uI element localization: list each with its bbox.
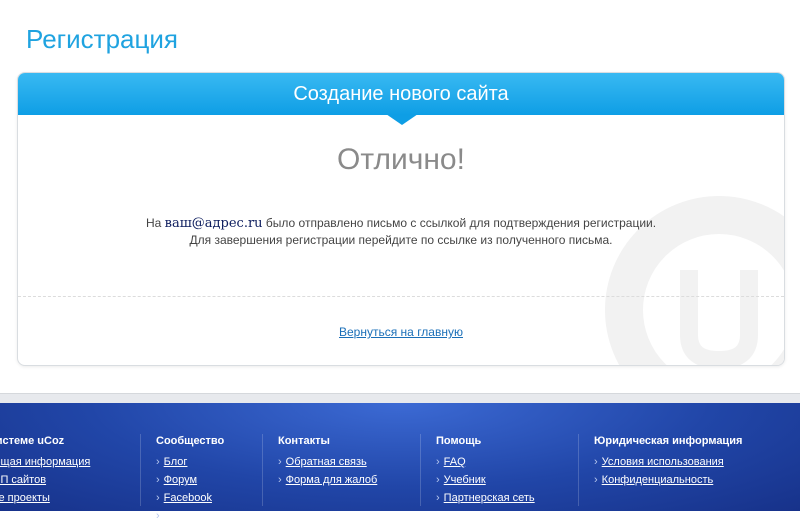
success-heading: Отлично! <box>337 143 465 176</box>
footer-col-title: Юридическая информация <box>594 435 743 447</box>
footer-separator <box>578 434 579 506</box>
message-line-2: Для завершения регистрации перейдите по … <box>189 233 613 247</box>
footer-col-contacts: Контакты › Обратная связь › Форма для жало… <box>278 434 377 489</box>
footer-separator <box>420 434 421 506</box>
bullet-icon: › <box>594 474 598 486</box>
footer-link-item: › Блог <box>156 453 224 471</box>
footer-link[interactable]: Форум <box>164 474 197 486</box>
back-to-home-link[interactable]: Вернуться на главную <box>339 325 463 339</box>
bullet-icon: › <box>436 456 440 468</box>
footer-link[interactable]: Партнерская сеть <box>444 492 535 504</box>
footer-link-item: › Форум <box>156 471 224 489</box>
footer-link[interactable]: Блог <box>164 456 188 468</box>
bullet-icon: › <box>156 492 160 504</box>
footer-col-community: Сообщество › Блог › Форум › Facebook › Twitt… <box>156 434 224 525</box>
footer-link-item: ›Общая информация <box>0 453 90 471</box>
home-link-container: Вернуться на главную <box>18 323 784 341</box>
footer-col-title: О системе uCoz <box>0 435 65 447</box>
footer-link-item: ›Все проекты <box>0 489 90 507</box>
footer-link[interactable]: Общая информация <box>0 456 90 468</box>
registration-card: Создание нового сайта Отлично! На ваш@ад… <box>17 72 785 366</box>
confirmation-message: На ваш@адрес.ru было отправлено письмо с… <box>18 215 784 249</box>
header-pointer-icon <box>386 114 418 125</box>
card-header: Создание нового сайта <box>18 73 784 115</box>
footer-col-about: О системе uCoz ›Общая информация ›ТОП са… <box>0 434 90 507</box>
footer-link[interactable]: Twitter <box>164 510 196 522</box>
footer-col-legal: Юридическая информация › Условия использо… <box>594 434 742 489</box>
email-address: ваш@адрес.ru <box>164 216 263 231</box>
footer-link-item: › Обратная связь <box>278 453 377 471</box>
dashed-divider <box>18 296 784 297</box>
message-suffix: было отправлено письмо с ссылкой для под… <box>265 216 657 230</box>
footer-link-item: ›ТОП сайтов <box>0 471 90 489</box>
footer-link-item: › Конфиденциальность <box>594 471 742 489</box>
bullet-icon: › <box>278 474 282 486</box>
footer-link[interactable]: Facebook <box>164 492 212 504</box>
footer-link-item: › Форма для жалоб <box>278 471 377 489</box>
page-title: Регистрация <box>26 24 178 54</box>
footer-col-help: Помощь › FAQ › Учебник › Партнерская сеть <box>436 434 535 507</box>
footer-separator <box>262 434 263 506</box>
footer-link[interactable]: FAQ <box>444 456 466 468</box>
footer-link[interactable]: Учебник <box>444 474 486 486</box>
footer-link-item: › Партнерская сеть <box>436 489 535 507</box>
footer-col-title: Сообщество <box>156 435 225 447</box>
footer-col-title: Контакты <box>278 435 330 447</box>
footer-link-item: › Условия использования <box>594 453 742 471</box>
footer-separator <box>140 434 141 506</box>
footer-link[interactable]: Все проекты <box>0 492 50 504</box>
footer-link[interactable]: ТОП сайтов <box>0 474 46 486</box>
bullet-icon: › <box>594 456 598 468</box>
footer-top-strip <box>0 393 800 403</box>
bullet-icon: › <box>156 474 160 486</box>
message-prefix: На <box>145 216 162 230</box>
footer-col-title: Помощь <box>436 435 482 447</box>
footer-link-item: › FAQ <box>436 453 535 471</box>
bullet-icon: › <box>156 510 160 522</box>
footer-link[interactable]: Конфиденциальность <box>602 474 714 486</box>
bullet-icon: › <box>156 456 160 468</box>
footer: О системе uCoz ›Общая информация ›ТОП са… <box>0 403 800 522</box>
footer-link[interactable]: Условия использования <box>602 456 724 468</box>
bullet-icon: › <box>436 474 440 486</box>
footer-link[interactable]: Форма для жалоб <box>286 474 378 486</box>
footer-link[interactable]: Обратная связь <box>286 456 367 468</box>
bullet-icon: › <box>436 492 440 504</box>
footer-link-item: › Учебник <box>436 471 535 489</box>
footer-link-item: › Facebook <box>156 489 224 507</box>
bullet-icon: › <box>278 456 282 468</box>
footer-link-item: › Twitter <box>156 507 224 525</box>
